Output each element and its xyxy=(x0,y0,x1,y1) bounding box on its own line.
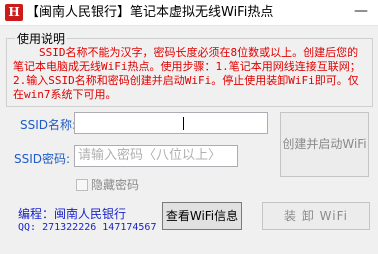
uninstall-wifi-button[interactable]: 装 卸 WiFi xyxy=(262,202,370,230)
view-wifi-info-button[interactable]: 查看WiFi信息 xyxy=(162,202,242,230)
app-icon: H xyxy=(5,4,23,21)
ssid-input[interactable] xyxy=(74,112,268,134)
password-input[interactable]: 请输入密码〈八位以上〉 xyxy=(74,145,238,167)
password-placeholder: 请输入密码〈八位以上〉 xyxy=(78,148,222,163)
create-start-wifi-button[interactable]: 创建并启动WiFi xyxy=(280,112,369,177)
window-title: 【闽南人民银行】笔记本虚拟无线WiFi热点 xyxy=(26,5,274,20)
title-bar: H 【闽南人民银行】笔记本虚拟无线WiFi热点 — xyxy=(0,0,378,26)
qq-contact: QQ: 271322226 147174567 xyxy=(18,222,157,233)
usage-instructions-group: 使用说明 SSID名称不能为汉字，密码长度必须在8位数或以上。创建后您的笔记本电… xyxy=(6,30,373,107)
usage-text: SSID名称不能为汉字，密码长度必须在8位数或以上。创建后您的笔记本电脑成无线W… xyxy=(13,46,361,101)
usage-legend: 使用说明 xyxy=(17,32,66,46)
minimize-button[interactable]: — xyxy=(348,0,374,24)
ssid-label: SSID名称: xyxy=(20,118,77,132)
password-label: SSID密码: xyxy=(14,152,71,166)
text-caret xyxy=(183,117,184,130)
hide-password-checkbox[interactable] xyxy=(76,179,88,191)
hide-password-label: 隐藏密码 xyxy=(91,178,140,192)
author-credit: 编程：闽南人民银行 xyxy=(18,207,127,221)
